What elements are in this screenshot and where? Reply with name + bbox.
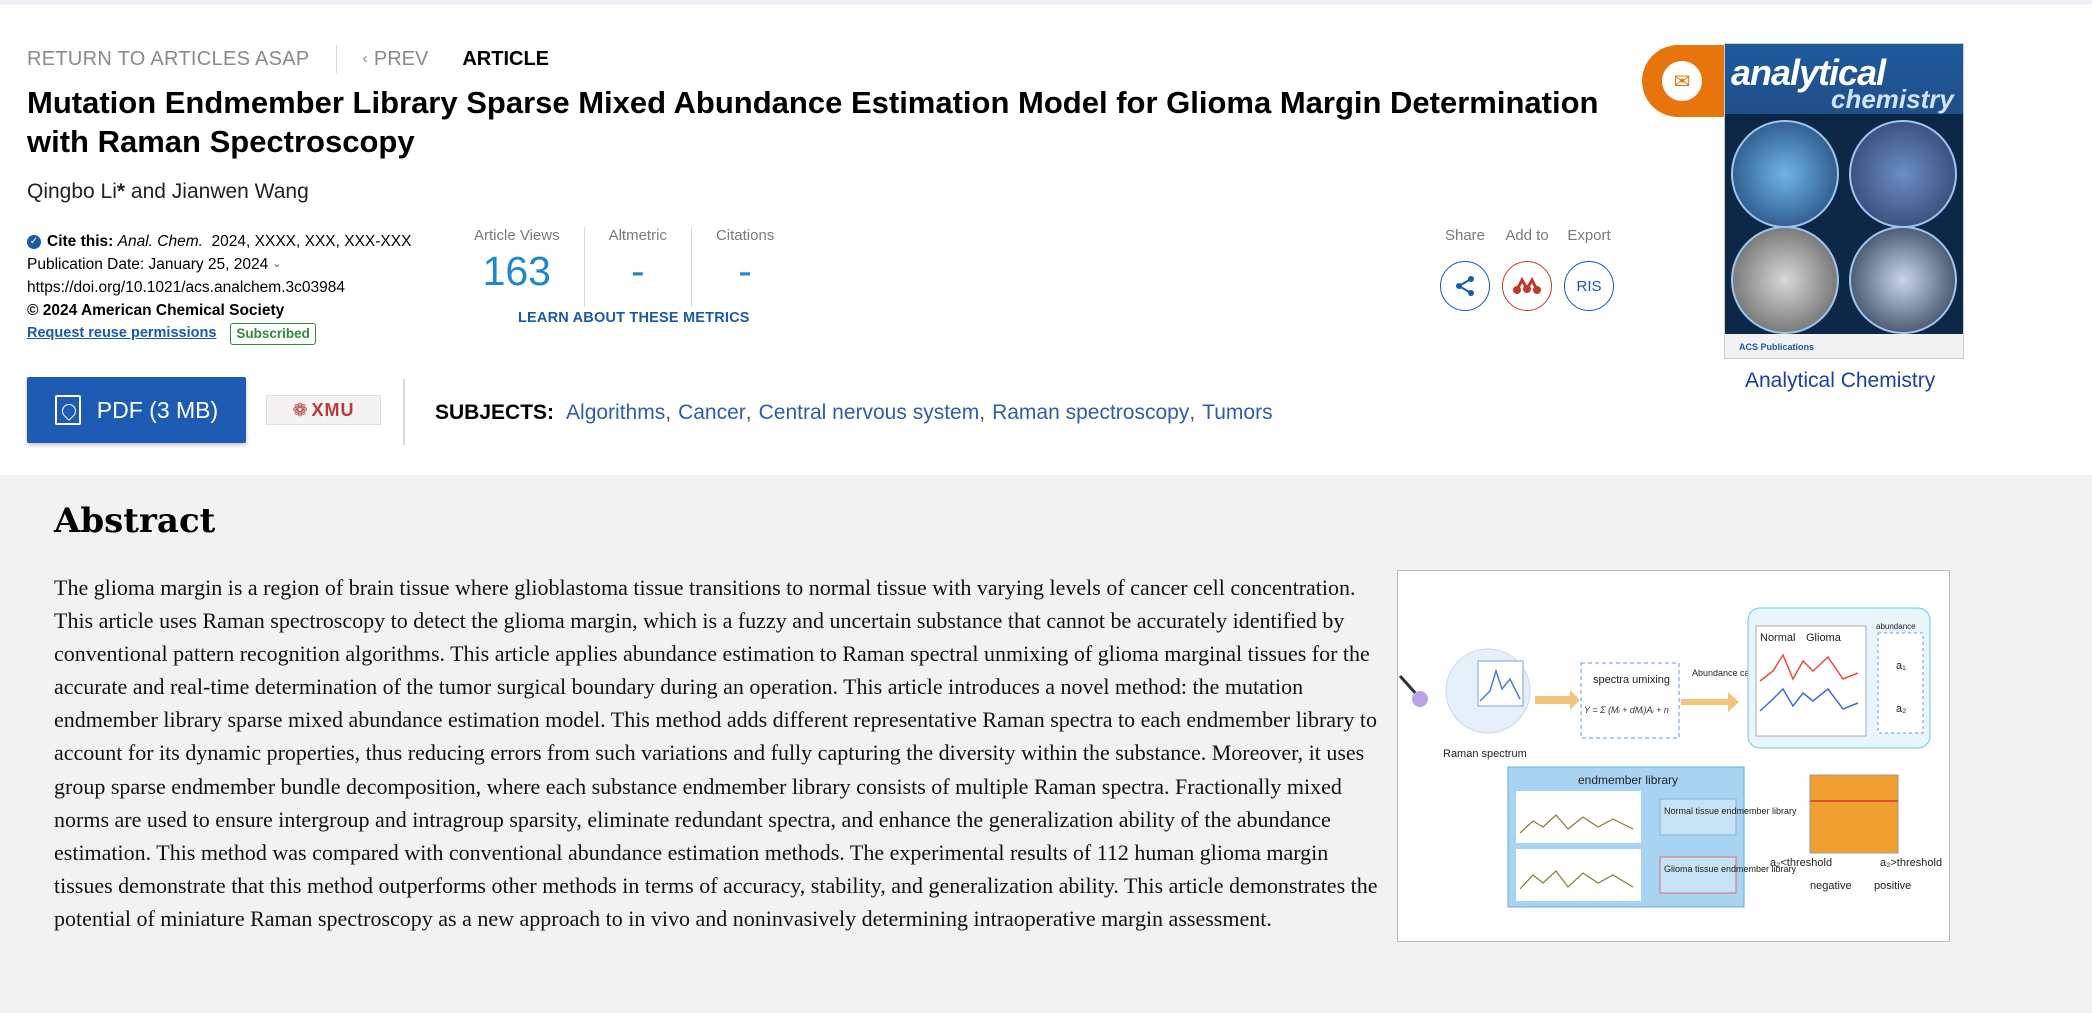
ris-export-button[interactable]: RIS: [1564, 261, 1614, 311]
institution-logo: ❁ XMU: [266, 395, 381, 425]
cover-circle: [1731, 226, 1839, 334]
author-link[interactable]: Qingbo Li: [27, 180, 117, 203]
journal-name-link[interactable]: Analytical Chemistry: [1745, 369, 1935, 393]
add-to-action: Add to: [1496, 227, 1558, 311]
altmetric-label: Altmetric: [608, 227, 667, 244]
laser-spot-icon: [1412, 691, 1428, 707]
subscribed-badge: Subscribed: [230, 322, 316, 345]
journal-abbrev: Anal. Chem.: [117, 233, 203, 250]
share-button[interactable]: [1440, 261, 1490, 311]
share-action: Share: [1434, 227, 1496, 311]
unmixing-formula: Y = Σ (Mᵢ + dMᵢ)Aᵢ + n: [1584, 705, 1669, 715]
citations-value: -: [738, 248, 752, 294]
metric-views: Article Views 163: [474, 227, 584, 307]
views-value: 163: [482, 248, 551, 294]
metric-citations: Citations -: [690, 227, 798, 307]
nav-divider: [335, 45, 337, 73]
normal-library-tag: [1659, 798, 1737, 836]
cover-circle: [1731, 120, 1839, 228]
views-label: Article Views: [474, 227, 560, 244]
subject-link[interactable]: Central nervous system: [759, 401, 980, 425]
cover-footer: ACS Publications: [1725, 334, 1963, 358]
article-nav: RETURN TO ARTICLES ASAP ‹ PREV ARTICLE: [27, 45, 549, 73]
reuse-permissions-link[interactable]: Request reuse permissions: [27, 322, 216, 345]
subjects-divider: [403, 379, 405, 445]
author-rest[interactable]: and Jianwen Wang: [125, 180, 309, 203]
legend-glioma: Glioma: [1806, 632, 1842, 644]
pdf-label: PDF (3 MB): [96, 396, 219, 423]
cover-publisher: ACS Publications: [1739, 342, 1815, 352]
institution-seal-icon: ❁: [292, 399, 309, 420]
citations-label: Citations: [715, 227, 775, 244]
metrics: Article Views 163 Altmetric - Citations …: [474, 227, 798, 307]
return-to-articles-link[interactable]: RETURN TO ARTICLES ASAP: [27, 48, 310, 71]
negative-label: negative: [1810, 880, 1852, 892]
article-actions: Share Add to Export RIS: [1434, 227, 1620, 311]
threshold-chart: [1809, 774, 1899, 854]
corresponding-star: *: [116, 180, 126, 203]
toc-diagram: Raman spectrum spectra umixing Y = Σ (Mᵢ…: [1398, 607, 1942, 908]
glioma-library-tag: [1659, 856, 1737, 894]
subjects: SUBJECTS: Algorithms, Cancer, Central ne…: [435, 401, 1273, 425]
chevron-left-icon: ‹: [362, 50, 368, 67]
a2-label: a₂: [1896, 703, 1906, 715]
copyright: © 2024 American Chemical Society: [27, 302, 285, 319]
article-title: Mutation Endmember Library Sparse Mixed …: [27, 85, 1599, 159]
citation-block: ✓ Cite this: Anal. Chem. 2024, XXXX, XXX…: [27, 230, 411, 345]
pdf-icon: [54, 395, 81, 425]
cover-artwork: [1725, 114, 1963, 334]
subject-link[interactable]: Tumors: [1202, 401, 1272, 425]
prev-link[interactable]: ‹ PREV: [363, 48, 429, 71]
check-icon: ✓: [27, 234, 41, 249]
chevron-down-icon[interactable]: ⌄: [272, 253, 281, 276]
normal-library-label: Normal tissue endmember library: [1664, 806, 1797, 816]
article-tab: ARTICLE: [462, 47, 550, 70]
glioma-library-plot: [1516, 849, 1641, 901]
prev-label: PREV: [373, 47, 429, 70]
library-title: endmember library: [1578, 773, 1678, 787]
arrow-icon: [1535, 690, 1580, 710]
altmetric-value: -: [630, 248, 645, 294]
doi-link[interactable]: https://doi.org/10.1021/acs.analchem.3c0…: [27, 276, 345, 299]
cite-label: Cite this:: [47, 233, 114, 250]
negative-condition: a₂<threshold: [1770, 857, 1832, 869]
cite-details: 2024, XXXX, XXX, XXX-XXX: [211, 233, 412, 250]
unmixing-label: spectra umixing: [1593, 674, 1670, 686]
toc-graphic[interactable]: Raman spectrum spectra umixing Y = Σ (Mᵢ…: [1397, 570, 1950, 942]
learn-metrics-link[interactable]: LEARN ABOUT THESE METRICS: [518, 310, 750, 326]
subject-link[interactable]: Raman spectroscopy: [992, 401, 1189, 425]
abstract-text: The glioma margin is a region of brain t…: [54, 575, 1378, 931]
share-icon: [1456, 276, 1474, 296]
mendeley-icon: [1513, 276, 1541, 294]
publication-date[interactable]: Publication Date: January 25, 2024: [27, 253, 268, 276]
authors: Qingbo Li* and Jianwen Wang: [27, 180, 309, 204]
metric-altmetric: Altmetric -: [583, 227, 691, 307]
add-to-label: Add to: [1505, 227, 1549, 244]
subjects-label: SUBJECTS:: [435, 401, 555, 424]
share-label: Share: [1444, 227, 1486, 244]
cover-circle: [1849, 226, 1957, 334]
normal-library-plot: [1516, 791, 1641, 843]
subject-link[interactable]: Cancer: [678, 401, 746, 425]
abstract-heading: Abstract: [54, 501, 216, 541]
abundance-label: abundance: [1876, 622, 1916, 631]
positive-label: positive: [1874, 880, 1911, 892]
cover-circle: [1849, 120, 1957, 228]
mendeley-button[interactable]: [1502, 261, 1552, 311]
a1-label: a₁: [1896, 660, 1906, 672]
institution-logo-text: XMU: [311, 399, 355, 420]
envelope-icon: ✉: [1662, 61, 1702, 101]
positive-condition: a₂>threshold: [1880, 857, 1942, 869]
journal-cover[interactable]: analytical chemistry ACS Publications: [1724, 43, 1964, 359]
cover-masthead: analytical chemistry: [1725, 44, 1963, 114]
article-header: RETURN TO ARTICLES ASAP ‹ PREV ARTICLE M…: [0, 5, 2092, 475]
export-label: Export: [1567, 227, 1611, 244]
raman-label: Raman spectrum: [1443, 748, 1527, 760]
export-action: Export RIS: [1558, 227, 1620, 311]
arrow-icon: [1681, 692, 1739, 712]
abundance-box: [1877, 632, 1924, 734]
legend-normal: Normal: [1760, 632, 1795, 644]
subject-link[interactable]: Algorithms: [566, 401, 665, 425]
pdf-download-button[interactable]: PDF (3 MB): [27, 377, 246, 443]
